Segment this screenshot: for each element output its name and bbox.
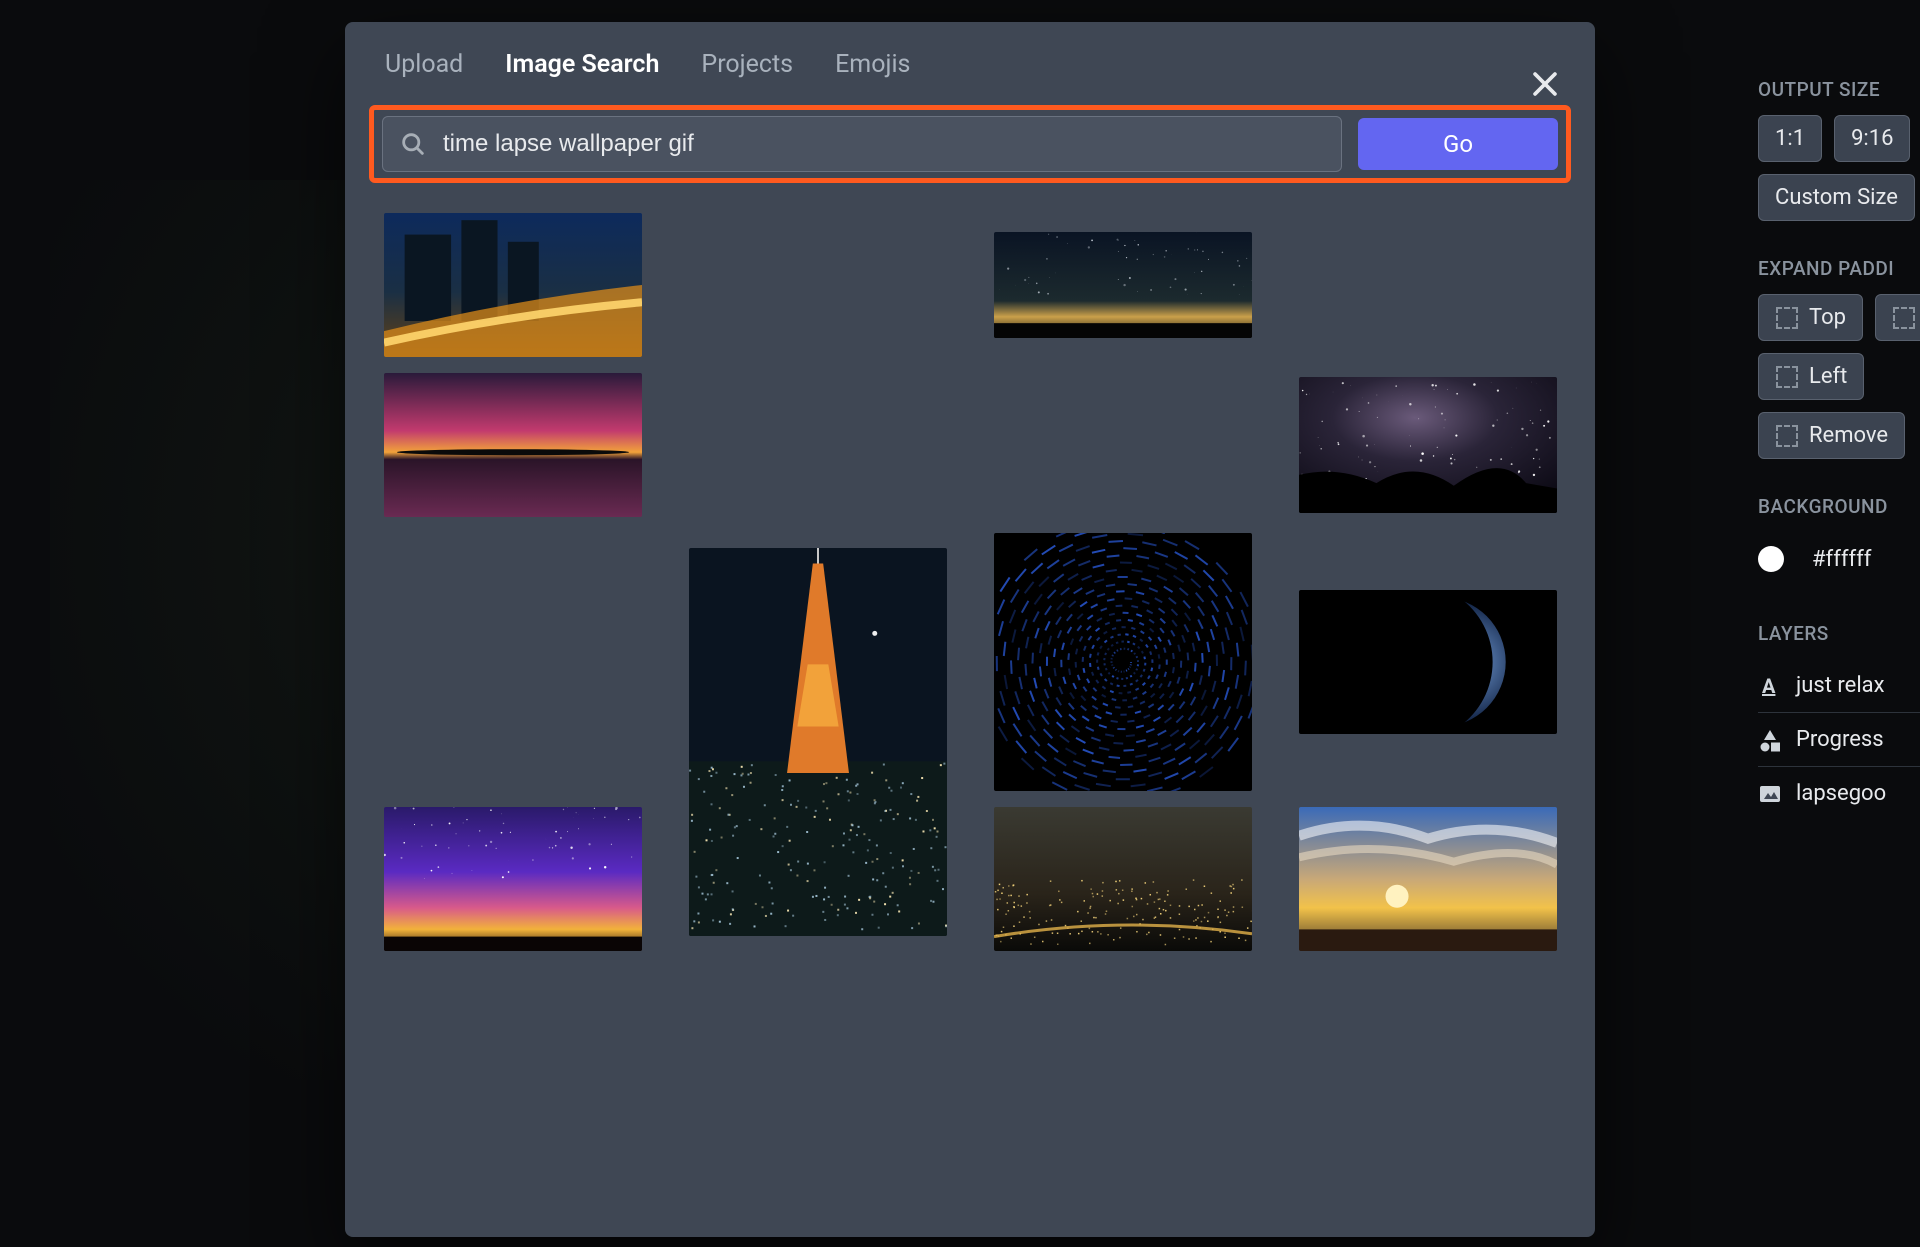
result-thumbnail[interactable] xyxy=(1299,807,1557,951)
image-layer-icon xyxy=(1758,782,1782,806)
layer-item-image[interactable]: lapsegoo xyxy=(1758,766,1920,820)
dashed-square-icon xyxy=(1776,425,1798,447)
results-grid xyxy=(345,203,1595,975)
result-thumbnail[interactable] xyxy=(1299,377,1557,513)
result-thumbnail[interactable] xyxy=(689,548,947,936)
go-button[interactable]: Go xyxy=(1358,118,1558,170)
output-size-heading: OUTPUT SIZE xyxy=(1758,78,1920,101)
pad-left-button[interactable]: Left xyxy=(1758,353,1864,400)
search-input[interactable] xyxy=(441,129,1325,159)
search-field[interactable] xyxy=(382,116,1342,172)
aspect-9-16-button[interactable]: 9:16 xyxy=(1834,115,1910,162)
tab-upload[interactable]: Upload xyxy=(385,50,463,79)
result-thumbnail[interactable] xyxy=(384,807,642,951)
result-thumbnail[interactable] xyxy=(1299,590,1557,734)
tab-image-search[interactable]: Image Search xyxy=(505,50,659,79)
result-thumbnail[interactable] xyxy=(994,232,1252,338)
text-layer-icon: A xyxy=(1758,674,1782,698)
close-icon xyxy=(1528,67,1562,101)
search-highlight-box: Go xyxy=(369,105,1571,183)
search-icon xyxy=(399,130,427,158)
result-thumbnail[interactable] xyxy=(994,807,1252,951)
aspect-1-1-button[interactable]: 1:1 xyxy=(1758,115,1822,162)
modal-tabs: Upload Image Search Projects Emojis xyxy=(345,22,1595,101)
pad-extra-button[interactable] xyxy=(1875,294,1920,341)
color-swatch-icon xyxy=(1758,546,1784,572)
result-thumbnail[interactable] xyxy=(384,373,642,517)
shapes-layer-icon xyxy=(1758,728,1782,752)
pad-top-button[interactable]: Top xyxy=(1758,294,1863,341)
dashed-square-icon xyxy=(1776,307,1798,329)
close-button[interactable] xyxy=(1525,64,1565,104)
remove-padding-button[interactable]: Remove xyxy=(1758,412,1905,459)
result-thumbnail[interactable] xyxy=(384,213,642,357)
dashed-square-icon xyxy=(1893,307,1915,329)
tab-projects[interactable]: Projects xyxy=(701,50,793,79)
background-color-row[interactable]: #ffffff xyxy=(1758,532,1920,586)
image-picker-modal: Upload Image Search Projects Emojis Go xyxy=(345,22,1595,1237)
expand-padding-heading: EXPAND PADDI xyxy=(1758,257,1920,280)
layer-item-text[interactable]: A just relax xyxy=(1758,659,1920,712)
result-thumbnail[interactable] xyxy=(994,533,1252,791)
dashed-square-icon xyxy=(1776,366,1798,388)
layers-heading: LAYERS xyxy=(1758,622,1920,645)
tab-emojis[interactable]: Emojis xyxy=(835,50,910,79)
layer-item-shapes[interactable]: Progress xyxy=(1758,712,1920,766)
background-hex-value: #ffffff xyxy=(1812,547,1871,572)
custom-size-button[interactable]: Custom Size xyxy=(1758,174,1915,221)
right-sidebar: OUTPUT SIZE 1:1 9:16 Custom Size EXPAND … xyxy=(1740,0,1920,1247)
background-heading: BACKGROUND xyxy=(1758,495,1920,518)
svg-text:A: A xyxy=(1762,674,1776,698)
